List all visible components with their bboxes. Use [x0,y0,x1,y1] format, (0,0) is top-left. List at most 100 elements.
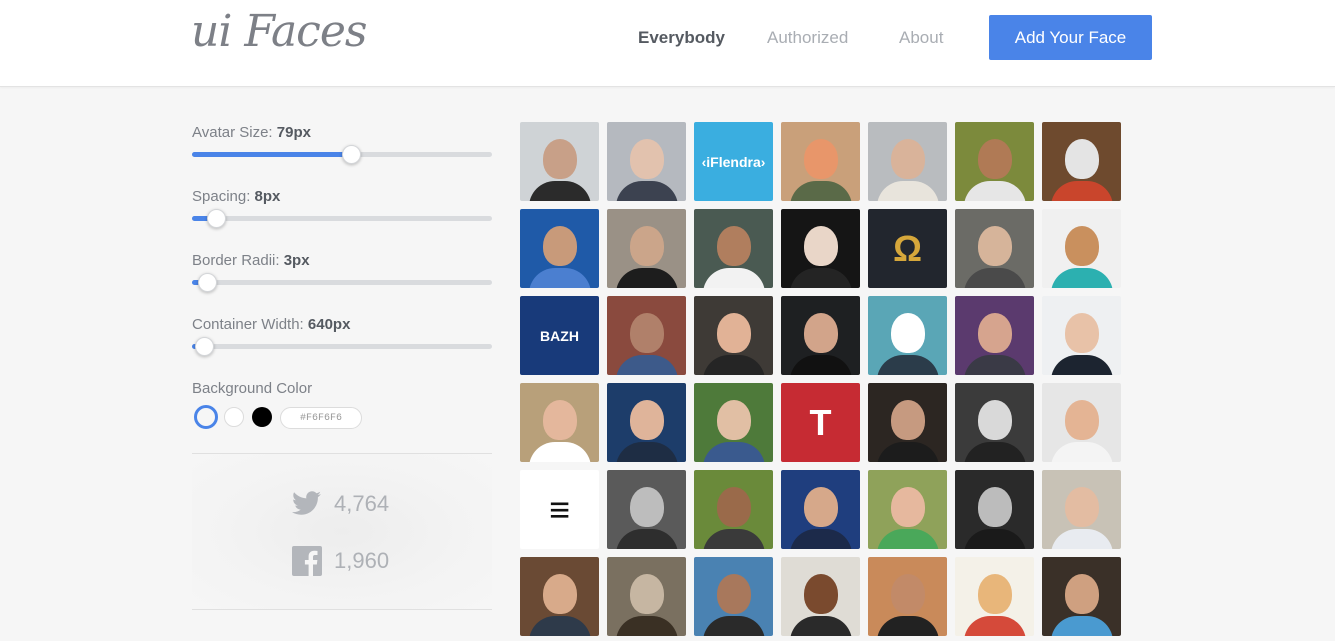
spacing-handle[interactable] [207,209,226,228]
avatar-tile[interactable]: BAZH [520,296,599,375]
avatar-shoulders [963,268,1026,288]
avatar-shoulders [615,355,678,375]
swatch-white[interactable] [224,407,244,427]
container-width-label: Container Width: 640px [192,316,351,333]
avatar-tile[interactable] [955,557,1034,636]
avatar-shoulders [876,442,939,462]
avatar-tile[interactable]: Ω [868,209,947,288]
avatar-size-fill [192,152,351,157]
avatar-tile[interactable] [694,557,773,636]
avatar-tile[interactable] [1042,557,1121,636]
avatar-shoulders [702,355,765,375]
avatar-shoulders [702,268,765,288]
avatar-tile[interactable] [955,296,1034,375]
avatar-tile[interactable] [1042,296,1121,375]
avatar-shoulders [528,616,591,636]
container-width-slider[interactable] [192,337,492,356]
avatar-shoulders [963,442,1026,462]
avatar-shoulders [702,442,765,462]
avatar-head [716,487,751,528]
avatar-tile[interactable] [955,122,1034,201]
avatar-tile[interactable] [781,122,860,201]
twitter-stat[interactable]: 4,764 [292,489,389,519]
avatar-tile[interactable] [694,209,773,288]
nav-about[interactable]: About [899,28,943,48]
nav-everybody[interactable]: Everybody [638,28,725,48]
avatar-logo-text: T [809,401,832,443]
avatar-tile[interactable] [955,209,1034,288]
avatar-head [977,226,1012,267]
avatar-tile[interactable] [868,470,947,549]
avatar-shoulders [528,181,591,201]
avatar-tile[interactable] [781,209,860,288]
container-width-handle[interactable] [195,337,214,356]
avatar-tile[interactable] [1042,383,1121,462]
avatar-tile[interactable] [607,557,686,636]
avatar-head [629,400,664,441]
avatar-size-handle[interactable] [342,145,361,164]
avatar-shoulders [615,616,678,636]
avatar-size-slider[interactable] [192,145,492,164]
avatar-head [716,313,751,354]
border-radii-handle[interactable] [198,273,217,292]
avatar-tile[interactable] [868,383,947,462]
avatar-head [629,313,664,354]
avatar-tile[interactable] [868,296,947,375]
avatar-shoulders [615,181,678,201]
avatar-head [629,487,664,528]
avatar-tile[interactable] [607,209,686,288]
avatar-size-value: 79px [276,124,311,141]
avatar-tile[interactable]: ≡ [520,470,599,549]
avatar-tile[interactable] [694,470,773,549]
avatar-tile[interactable]: ‹iFlendra› [694,122,773,201]
avatar-shoulders [1050,616,1113,636]
avatar-tile[interactable] [694,296,773,375]
spacing-label: Spacing: 8px [192,188,281,205]
border-radii-value: 3px [283,252,310,269]
site-logo[interactable]: ui Faces [191,6,367,57]
avatar-tile[interactable] [781,296,860,375]
twitter-count: 4,764 [334,491,390,516]
avatar-tile[interactable] [781,470,860,549]
avatar-tile[interactable] [607,383,686,462]
avatar-shoulders [1050,268,1113,288]
avatar-tile[interactable] [1042,209,1121,288]
avatar-tile[interactable] [781,557,860,636]
swatch-light-gray[interactable] [194,405,218,429]
avatar-tile[interactable]: T [781,383,860,462]
hex-color-input[interactable] [280,407,362,429]
avatar-tile[interactable] [607,122,686,201]
border-radii-slider[interactable] [192,273,492,292]
spacing-slider[interactable] [192,209,492,228]
avatar-size-label: Avatar Size: 79px [192,124,311,141]
avatar-shoulders [963,181,1026,201]
avatar-shoulders [528,442,591,462]
avatar-shoulders [702,616,765,636]
avatar-tile[interactable] [607,296,686,375]
avatar-tile[interactable] [520,383,599,462]
avatar-tile[interactable] [694,383,773,462]
avatar-head [890,487,925,528]
avatar-shoulders [789,181,852,201]
avatar-grid: ‹iFlendra› Ω BAZH T ≡ [520,122,1130,636]
add-your-face-button[interactable]: Add Your Face [989,15,1152,60]
avatar-tile[interactable] [955,383,1034,462]
avatar-shoulders [1050,355,1113,375]
avatar-shoulders [876,355,939,375]
facebook-icon [292,546,322,576]
avatar-tile[interactable] [1042,470,1121,549]
nav-authorized[interactable]: Authorized [767,28,848,48]
avatar-tile[interactable] [520,122,599,201]
avatar-shoulders [876,529,939,549]
avatar-tile[interactable] [520,557,599,636]
avatar-head [803,487,838,528]
facebook-stat[interactable]: 1,960 [292,546,389,576]
avatar-tile[interactable] [1042,122,1121,201]
avatar-tile[interactable] [868,122,947,201]
avatar-head [716,574,751,615]
avatar-tile[interactable] [955,470,1034,549]
swatch-black[interactable] [252,407,272,427]
avatar-tile[interactable] [868,557,947,636]
avatar-tile[interactable] [520,209,599,288]
avatar-tile[interactable] [607,470,686,549]
